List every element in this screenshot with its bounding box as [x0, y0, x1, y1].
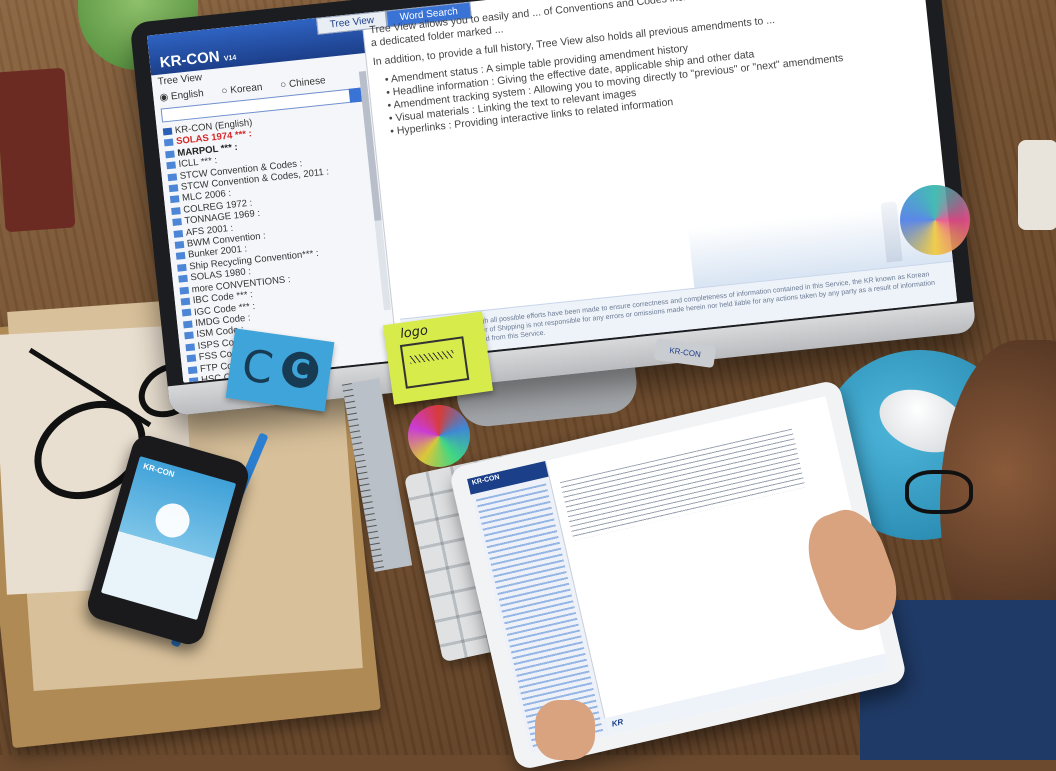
folder-icon	[184, 331, 194, 340]
folder-icon	[163, 138, 174, 147]
folder-icon	[187, 365, 198, 374]
pencil-cup	[1018, 140, 1056, 230]
folder-icon	[178, 275, 188, 283]
letter-c-outline: C	[238, 339, 277, 395]
yellow-sticky-note: logo	[382, 311, 494, 405]
yarn-ball	[900, 185, 970, 255]
folder-icon	[177, 263, 187, 272]
folder-icon	[186, 354, 197, 363]
folder-icon	[174, 241, 185, 249]
folder-icon	[162, 127, 173, 136]
lang-chinese-radio[interactable]: ○ Chinese	[280, 75, 326, 91]
folder-icon	[173, 229, 184, 238]
yarn-ball	[408, 405, 470, 467]
sidebar: KR-CON V14 Tree View ◉ English ○ Korean …	[146, 13, 399, 383]
folder-icon	[169, 195, 180, 204]
leather-wallet	[0, 67, 76, 233]
folder-icon	[171, 206, 181, 215]
blue-sticky-note: C C	[225, 328, 335, 412]
folder-icon	[185, 343, 196, 352]
folder-icon	[180, 297, 191, 306]
lang-korean-radio[interactable]: ○ Korean	[221, 82, 263, 97]
folder-icon	[181, 309, 192, 317]
person-glasses	[905, 470, 973, 514]
folder-icon	[168, 184, 179, 193]
wireframe-sketch	[399, 336, 470, 389]
lifebuoy-icon	[151, 499, 194, 542]
phone-app-logo: KR-CON	[142, 461, 176, 480]
lang-english-radio[interactable]: ◉ English	[159, 88, 204, 104]
folder-icon	[167, 172, 178, 181]
folder-icon	[175, 252, 186, 261]
tablet-app-logo: KR-CON	[471, 473, 501, 487]
folder-icon	[166, 161, 177, 170]
tablet-kr-logo: KR	[610, 717, 625, 729]
sketch-logo-word: logo	[399, 323, 429, 342]
tablet-content-lines	[560, 428, 806, 541]
folder-icon	[172, 218, 182, 227]
folder-icon	[165, 150, 175, 159]
folder-icon	[188, 377, 199, 383]
left-hand	[535, 700, 595, 760]
folder-icon	[183, 320, 193, 329]
folder-icon	[179, 286, 190, 295]
letter-c-filled: C	[279, 349, 321, 391]
